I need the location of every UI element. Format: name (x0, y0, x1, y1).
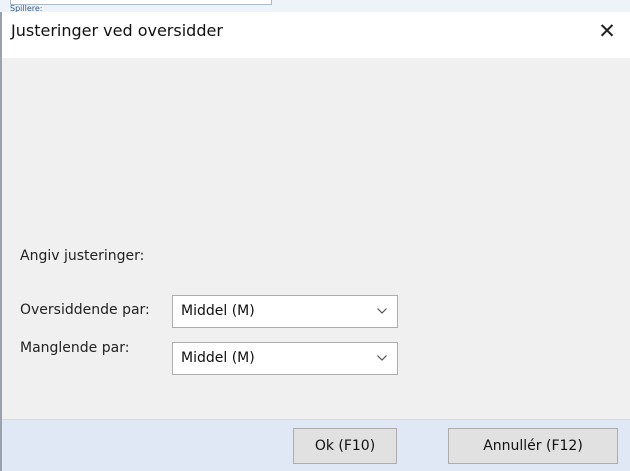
chevron-down-icon (377, 308, 387, 314)
background-input (10, 0, 272, 5)
oversiddende-select[interactable]: Middel (M) (172, 295, 398, 328)
cancel-button[interactable]: Annullér (F12) (448, 428, 618, 464)
close-icon[interactable]: ✕ (596, 20, 618, 42)
dialog-title: Justeringer ved oversidder (11, 21, 223, 40)
title-bar: Justeringer ved oversidder ✕ (2, 12, 630, 58)
manglende-label: Manglende par: (20, 340, 130, 356)
manglende-select[interactable]: Middel (M) (172, 342, 398, 375)
section-label: Angiv justeringer: (20, 248, 145, 264)
button-bar: Ok (F10) Annullér (F12) (2, 419, 630, 471)
ok-button[interactable]: Ok (F10) (293, 428, 397, 464)
chevron-down-icon (377, 355, 387, 361)
oversiddende-label: Oversiddende par: (20, 302, 150, 318)
adjustments-dialog: Justeringer ved oversidder ✕ Angiv juste… (0, 12, 630, 471)
oversiddende-value: Middel (M) (181, 303, 255, 319)
manglende-value: Middel (M) (181, 350, 255, 366)
